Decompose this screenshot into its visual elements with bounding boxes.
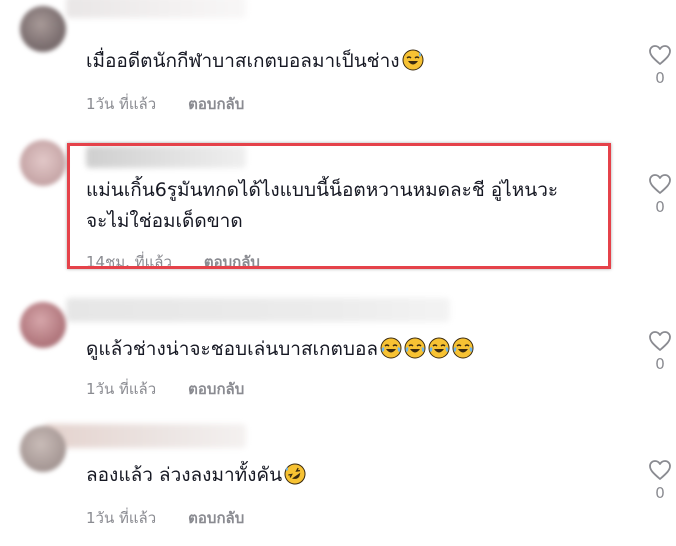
rolling-laughing-emoji-icon bbox=[284, 463, 306, 485]
comment-text-content: เมื่ออดีตนักกีฬาบาสเกตบอลมาเป็นช่าง bbox=[86, 50, 400, 72]
avatar[interactable] bbox=[20, 6, 66, 52]
username-blurred bbox=[66, 0, 246, 18]
like-button[interactable]: 0 bbox=[647, 459, 673, 502]
avatar[interactable] bbox=[20, 426, 66, 472]
heart-outline-icon bbox=[649, 331, 671, 351]
highlight-box bbox=[67, 143, 611, 269]
reply-button[interactable]: ตอบกลับ bbox=[188, 380, 244, 398]
reply-button[interactable]: ตอบกลับ bbox=[188, 509, 244, 527]
username-blurred bbox=[66, 298, 450, 322]
comment-text-content: ดูแล้วช่างน่าจะชอบเล่นบาสเกตบอล bbox=[86, 338, 379, 360]
timestamp: 1วัน ที่แล้ว bbox=[86, 380, 157, 398]
comment-text: ลองแล้ว ล่วงลงมาทั้งคัน bbox=[86, 460, 306, 491]
like-count: 0 bbox=[655, 69, 665, 87]
username-blurred bbox=[44, 424, 246, 448]
comment-meta: 1วัน ที่แล้ว ตอบกลับ bbox=[86, 92, 244, 116]
comment-text: เมื่ออดีตนักกีฬาบาสเกตบอลมาเป็นช่าง bbox=[86, 46, 424, 77]
like-button[interactable]: 0 bbox=[647, 173, 673, 216]
like-count: 0 bbox=[655, 484, 665, 502]
tears-of-joy-emoji-icon bbox=[404, 337, 426, 359]
comment-meta: 1วัน ที่แล้ว ตอบกลับ bbox=[86, 506, 244, 530]
comment-text-content: ลองแล้ว ล่วงลงมาทั้งคัน bbox=[86, 464, 283, 486]
heart-outline-icon bbox=[649, 45, 671, 65]
like-button[interactable]: 0 bbox=[647, 44, 673, 87]
tears-of-joy-emoji-icon bbox=[428, 337, 450, 359]
heart-outline-icon bbox=[649, 460, 671, 480]
reply-button[interactable]: ตอบกลับ bbox=[188, 95, 244, 113]
timestamp: 1วัน ที่แล้ว bbox=[86, 95, 157, 113]
comment-text: ดูแล้วช่างน่าจะชอบเล่นบาสเกตบอล bbox=[86, 334, 474, 365]
tears-of-joy-emoji-icon bbox=[380, 337, 402, 359]
like-count: 0 bbox=[655, 198, 665, 216]
timestamp: 1วัน ที่แล้ว bbox=[86, 509, 157, 527]
like-button[interactable]: 0 bbox=[647, 330, 673, 373]
avatar[interactable] bbox=[20, 302, 66, 348]
like-count: 0 bbox=[655, 355, 665, 373]
avatar[interactable] bbox=[20, 140, 66, 186]
sweat-smile-emoji-icon bbox=[402, 49, 424, 71]
tears-of-joy-emoji-icon bbox=[452, 337, 474, 359]
comment-meta: 1วัน ที่แล้ว ตอบกลับ bbox=[86, 377, 244, 401]
heart-outline-icon bbox=[649, 174, 671, 194]
